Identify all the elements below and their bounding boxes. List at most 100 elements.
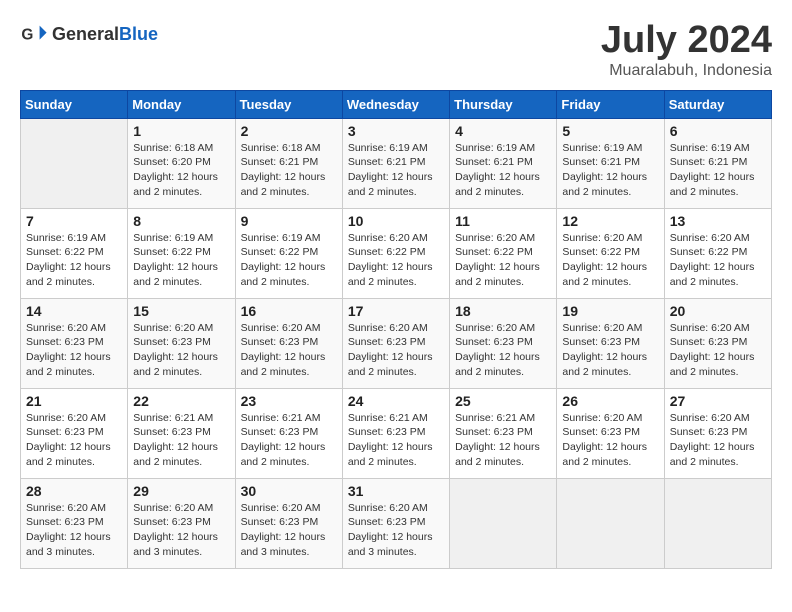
- calendar-cell: 21 Sunrise: 6:20 AM Sunset: 6:23 PM Dayli…: [21, 388, 128, 478]
- calendar-table: SundayMondayTuesdayWednesdayThursdayFrid…: [20, 90, 772, 569]
- day-info: Sunrise: 6:20 AM Sunset: 6:23 PM Dayligh…: [26, 321, 122, 380]
- calendar-cell: 3 Sunrise: 6:19 AM Sunset: 6:21 PM Daylig…: [342, 118, 449, 208]
- day-number: 6: [670, 123, 766, 139]
- calendar-cell: [664, 478, 771, 568]
- page-header: G GeneralBlue July 2024 Muaralabuh, Indo…: [20, 20, 772, 80]
- calendar-cell: 26 Sunrise: 6:20 AM Sunset: 6:23 PM Dayli…: [557, 388, 664, 478]
- calendar-cell: 1 Sunrise: 6:18 AM Sunset: 6:20 PM Daylig…: [128, 118, 235, 208]
- day-number: 11: [455, 213, 551, 229]
- day-info: Sunrise: 6:19 AM Sunset: 6:22 PM Dayligh…: [241, 231, 337, 290]
- calendar-cell: 10 Sunrise: 6:20 AM Sunset: 6:22 PM Dayli…: [342, 208, 449, 298]
- day-info: Sunrise: 6:20 AM Sunset: 6:23 PM Dayligh…: [241, 501, 337, 560]
- day-info: Sunrise: 6:20 AM Sunset: 6:23 PM Dayligh…: [133, 321, 229, 380]
- calendar-cell: 5Sunrise: 6:19 AM Sunset: 6:21 PM Daylig…: [557, 118, 664, 208]
- day-number: 13: [670, 213, 766, 229]
- title-area: July 2024 Muaralabuh, Indonesia: [601, 20, 772, 80]
- calendar-cell: [21, 118, 128, 208]
- calendar-cell: 16Sunrise: 6:20 AM Sunset: 6:23 PM Dayli…: [235, 298, 342, 388]
- day-number: 29: [133, 483, 229, 499]
- day-number: 27: [670, 393, 766, 409]
- day-info: Sunrise: 6:20 AM Sunset: 6:23 PM Dayligh…: [562, 411, 658, 470]
- day-number: 23: [241, 393, 337, 409]
- day-info: Sunrise: 6:21 AM Sunset: 6:23 PM Dayligh…: [133, 411, 229, 470]
- day-info: Sunrise: 6:20 AM Sunset: 6:23 PM Dayligh…: [670, 411, 766, 470]
- calendar-cell: 19Sunrise: 6:20 AM Sunset: 6:23 PM Dayli…: [557, 298, 664, 388]
- day-info: Sunrise: 6:20 AM Sunset: 6:22 PM Dayligh…: [670, 231, 766, 290]
- calendar-cell: 2 Sunrise: 6:18 AM Sunset: 6:21 PM Daylig…: [235, 118, 342, 208]
- day-info: Sunrise: 6:18 AM Sunset: 6:21 PM Dayligh…: [241, 141, 337, 200]
- day-info: Sunrise: 6:20 AM Sunset: 6:23 PM Dayligh…: [26, 411, 122, 470]
- calendar-cell: 31Sunrise: 6:20 AM Sunset: 6:23 PM Dayli…: [342, 478, 449, 568]
- calendar-cell: 29 Sunrise: 6:20 AM Sunset: 6:23 PM Dayli…: [128, 478, 235, 568]
- logo-text-blue: Blue: [119, 24, 158, 44]
- logo-text-general: General: [52, 24, 119, 44]
- logo: G GeneralBlue: [20, 20, 158, 48]
- calendar-cell: 30 Sunrise: 6:20 AM Sunset: 6:23 PM Dayli…: [235, 478, 342, 568]
- day-number: 2: [241, 123, 337, 139]
- calendar-week-row: 28Sunrise: 6:20 AM Sunset: 6:23 PM Dayli…: [21, 478, 772, 568]
- day-info: Sunrise: 6:20 AM Sunset: 6:23 PM Dayligh…: [348, 321, 444, 380]
- day-info: Sunrise: 6:21 AM Sunset: 6:23 PM Dayligh…: [455, 411, 551, 470]
- calendar-week-row: 7Sunrise: 6:19 AM Sunset: 6:22 PM Daylig…: [21, 208, 772, 298]
- day-of-week-header-tuesday: Tuesday: [235, 90, 342, 118]
- calendar-cell: 9 Sunrise: 6:19 AM Sunset: 6:22 PM Daylig…: [235, 208, 342, 298]
- day-number: 24: [348, 393, 444, 409]
- day-number: 25: [455, 393, 551, 409]
- day-info: Sunrise: 6:19 AM Sunset: 6:22 PM Dayligh…: [133, 231, 229, 290]
- calendar-week-row: 1 Sunrise: 6:18 AM Sunset: 6:20 PM Daylig…: [21, 118, 772, 208]
- calendar-cell: 13 Sunrise: 6:20 AM Sunset: 6:22 PM Dayli…: [664, 208, 771, 298]
- calendar-cell: 18 Sunrise: 6:20 AM Sunset: 6:23 PM Dayli…: [450, 298, 557, 388]
- calendar-cell: 23 Sunrise: 6:21 AM Sunset: 6:23 PM Dayli…: [235, 388, 342, 478]
- day-info: Sunrise: 6:21 AM Sunset: 6:23 PM Dayligh…: [241, 411, 337, 470]
- day-info: Sunrise: 6:18 AM Sunset: 6:20 PM Dayligh…: [133, 141, 229, 200]
- day-number: 22: [133, 393, 229, 409]
- day-of-week-header-sunday: Sunday: [21, 90, 128, 118]
- calendar-cell: 28Sunrise: 6:20 AM Sunset: 6:23 PM Dayli…: [21, 478, 128, 568]
- day-number: 15: [133, 303, 229, 319]
- calendar-cell: 17Sunrise: 6:20 AM Sunset: 6:23 PM Dayli…: [342, 298, 449, 388]
- day-info: Sunrise: 6:19 AM Sunset: 6:22 PM Dayligh…: [26, 231, 122, 290]
- day-number: 4: [455, 123, 551, 139]
- day-info: Sunrise: 6:20 AM Sunset: 6:22 PM Dayligh…: [348, 231, 444, 290]
- calendar-cell: 27 Sunrise: 6:20 AM Sunset: 6:23 PM Dayli…: [664, 388, 771, 478]
- day-number: 16: [241, 303, 337, 319]
- calendar-cell: [557, 478, 664, 568]
- day-of-week-header-friday: Friday: [557, 90, 664, 118]
- month-title: July 2024: [601, 20, 772, 62]
- day-number: 3: [348, 123, 444, 139]
- day-info: Sunrise: 6:21 AM Sunset: 6:23 PM Dayligh…: [348, 411, 444, 470]
- day-number: 12: [562, 213, 658, 229]
- day-info: Sunrise: 6:20 AM Sunset: 6:23 PM Dayligh…: [455, 321, 551, 380]
- day-number: 26: [562, 393, 658, 409]
- day-number: 21: [26, 393, 122, 409]
- calendar-cell: 14 Sunrise: 6:20 AM Sunset: 6:23 PM Dayli…: [21, 298, 128, 388]
- generalblue-logo-icon: G: [20, 20, 48, 48]
- calendar-cell: 20Sunrise: 6:20 AM Sunset: 6:23 PM Dayli…: [664, 298, 771, 388]
- calendar-cell: 25 Sunrise: 6:21 AM Sunset: 6:23 PM Dayli…: [450, 388, 557, 478]
- calendar-cell: 4Sunrise: 6:19 AM Sunset: 6:21 PM Daylig…: [450, 118, 557, 208]
- day-of-week-header-wednesday: Wednesday: [342, 90, 449, 118]
- day-number: 5: [562, 123, 658, 139]
- day-of-week-header-monday: Monday: [128, 90, 235, 118]
- day-number: 9: [241, 213, 337, 229]
- day-number: 18: [455, 303, 551, 319]
- day-number: 30: [241, 483, 337, 499]
- location-title: Muaralabuh, Indonesia: [601, 62, 772, 80]
- day-number: 1: [133, 123, 229, 139]
- day-of-week-header-saturday: Saturday: [664, 90, 771, 118]
- day-number: 10: [348, 213, 444, 229]
- day-of-week-header-thursday: Thursday: [450, 90, 557, 118]
- calendar-cell: 6Sunrise: 6:19 AM Sunset: 6:21 PM Daylig…: [664, 118, 771, 208]
- calendar-cell: 24 Sunrise: 6:21 AM Sunset: 6:23 PM Dayli…: [342, 388, 449, 478]
- svg-text:G: G: [21, 27, 33, 44]
- day-info: Sunrise: 6:20 AM Sunset: 6:23 PM Dayligh…: [133, 501, 229, 560]
- day-info: Sunrise: 6:20 AM Sunset: 6:23 PM Dayligh…: [670, 321, 766, 380]
- calendar-cell: 8Sunrise: 6:19 AM Sunset: 6:22 PM Daylig…: [128, 208, 235, 298]
- calendar-week-row: 21 Sunrise: 6:20 AM Sunset: 6:23 PM Dayli…: [21, 388, 772, 478]
- calendar-cell: 22 Sunrise: 6:21 AM Sunset: 6:23 PM Dayli…: [128, 388, 235, 478]
- day-info: Sunrise: 6:20 AM Sunset: 6:23 PM Dayligh…: [26, 501, 122, 560]
- day-number: 14: [26, 303, 122, 319]
- day-info: Sunrise: 6:19 AM Sunset: 6:21 PM Dayligh…: [348, 141, 444, 200]
- calendar-cell: 12Sunrise: 6:20 AM Sunset: 6:22 PM Dayli…: [557, 208, 664, 298]
- day-info: Sunrise: 6:20 AM Sunset: 6:22 PM Dayligh…: [455, 231, 551, 290]
